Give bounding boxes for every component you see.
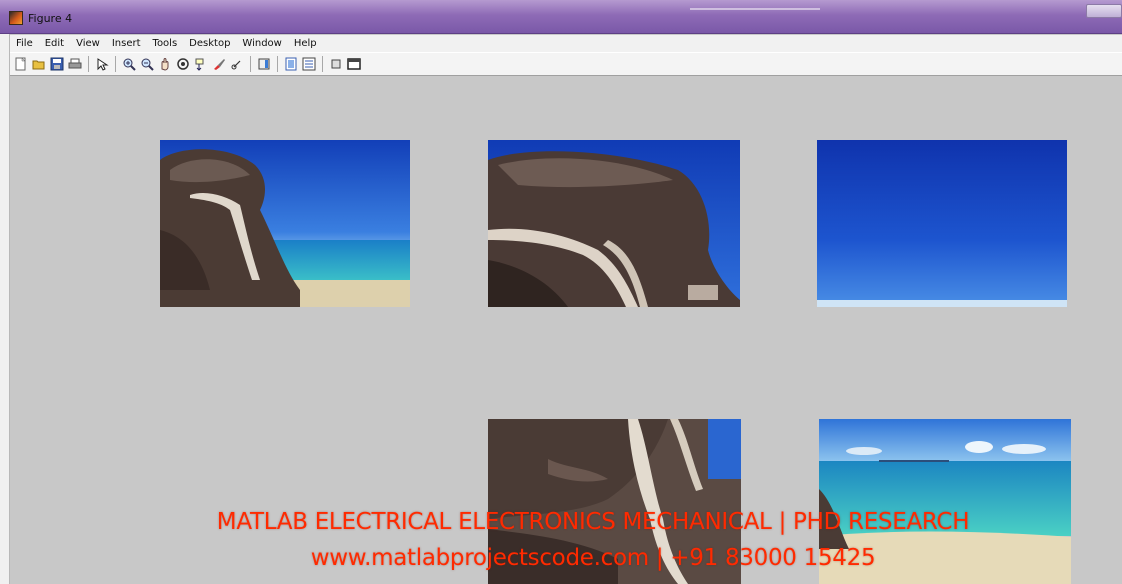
brush-icon[interactable] — [211, 56, 227, 72]
hide-plot-tools-icon[interactable] — [301, 56, 317, 72]
legend-icon[interactable] — [283, 56, 299, 72]
data-cursor-icon[interactable] — [193, 56, 209, 72]
menu-tools[interactable]: Tools — [147, 35, 184, 52]
show-plot-tools-icon[interactable] — [328, 56, 344, 72]
matlab-figure-icon — [9, 11, 23, 25]
menu-insert[interactable]: Insert — [106, 35, 147, 52]
zoom-in-icon[interactable] — [121, 56, 137, 72]
toolbar-separator — [250, 56, 251, 72]
zoom-out-icon[interactable] — [139, 56, 155, 72]
window-left-edge — [0, 0, 10, 584]
colorbar-icon[interactable] — [256, 56, 272, 72]
watermark-line-2: www.matlabprojectscode.com | +91 83000 1… — [310, 545, 876, 571]
toolbar-separator — [88, 56, 89, 72]
window-controls[interactable] — [1086, 4, 1122, 18]
watermark-line-1: MATLAB ELECTRICAL ELECTRONICS MECHANICAL… — [216, 509, 970, 535]
toolbar-separator — [277, 56, 278, 72]
window-title: Figure 4 — [28, 12, 73, 25]
open-icon[interactable] — [31, 56, 47, 72]
pan-icon[interactable] — [157, 56, 173, 72]
dock-figure-icon[interactable] — [346, 56, 362, 72]
rock-and-beach-image — [160, 140, 410, 307]
toolbar-separator — [322, 56, 323, 72]
blue-sky-image — [817, 140, 1067, 307]
link-icon[interactable] — [229, 56, 245, 72]
menu-edit[interactable]: Edit — [39, 35, 70, 52]
image-axes-2[interactable] — [488, 140, 740, 307]
save-icon[interactable] — [49, 56, 65, 72]
figure-toolbar — [10, 52, 1122, 76]
image-axes-1[interactable] — [160, 140, 410, 307]
menubar: File Edit View Insert Tools Desktop Wind… — [10, 35, 1122, 52]
print-icon[interactable] — [67, 56, 83, 72]
rock-closeup-image — [488, 140, 740, 307]
menu-help[interactable]: Help — [288, 35, 323, 52]
image-axes-3[interactable] — [817, 140, 1067, 307]
toolbar-separator — [115, 56, 116, 72]
window-titlebar[interactable]: Figure 4 — [0, 0, 1122, 34]
menu-window[interactable]: Window — [236, 35, 287, 52]
new-figure-icon[interactable] — [13, 56, 29, 72]
titlebar-glare — [690, 8, 820, 10]
rotate-3d-icon[interactable] — [175, 56, 191, 72]
menu-view[interactable]: View — [70, 35, 106, 52]
menu-file[interactable]: File — [10, 35, 39, 52]
menu-desktop[interactable]: Desktop — [183, 35, 236, 52]
edit-plot-icon[interactable] — [94, 56, 110, 72]
